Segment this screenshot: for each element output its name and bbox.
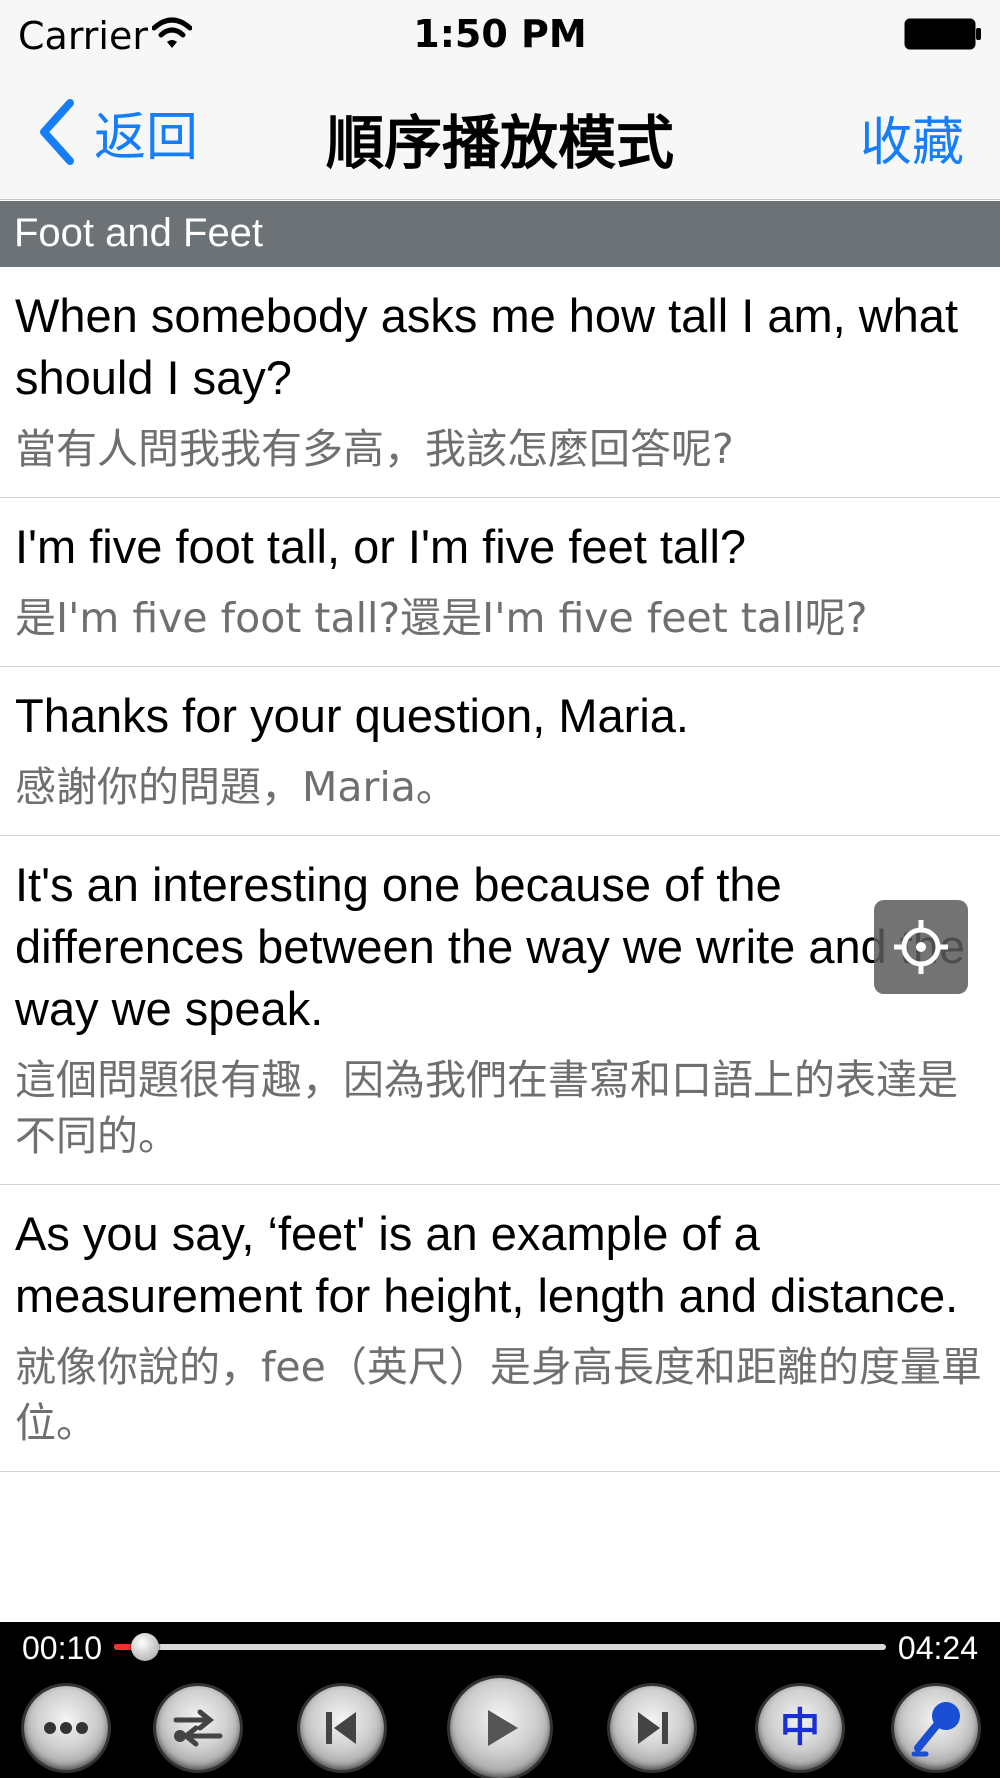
battery-icon <box>904 18 981 50</box>
sentence-english: Thanks for your question, Maria. <box>15 689 689 742</box>
sentence-row[interactable]: Thanks for your question, Maria. 感謝你的問題，… <box>0 667 1000 836</box>
locate-current-button[interactable] <box>874 900 968 994</box>
next-button[interactable] <box>610 1686 694 1770</box>
sentence-row[interactable]: It's an interesting one because of the d… <box>0 836 1000 1185</box>
play-icon <box>488 1710 518 1746</box>
record-button[interactable] <box>894 1686 978 1770</box>
sentence-english: When somebody asks me how tall I am, wha… <box>15 289 959 404</box>
chinese-toggle-button[interactable]: 中 <box>758 1686 842 1770</box>
favorite-button[interactable]: 收藏 <box>860 100 964 175</box>
sentence-chinese: 就像你說的，fee（英尺）是身高長度和距離的度量單位。 <box>15 1343 982 1447</box>
navigation-bar: 返回 順序播放模式 收藏 <box>0 66 1000 200</box>
more-button[interactable] <box>24 1686 108 1770</box>
sentence-row[interactable]: When somebody asks me how tall I am, wha… <box>0 267 1000 498</box>
current-time: 00:10 <box>22 1630 103 1666</box>
sentence-row[interactable]: I'm five foot tall, or I'm five feet tal… <box>0 498 1000 667</box>
microphone-icon <box>911 1702 960 1757</box>
total-time: 04:24 <box>897 1630 978 1666</box>
sentence-english: It's an interesting one because of the d… <box>15 858 966 1035</box>
sentence-list[interactable]: When somebody asks me how tall I am, wha… <box>0 267 1000 1622</box>
sentence-chinese: 感謝你的問題，Maria。 <box>15 763 457 811</box>
ellipsis-icon <box>44 1722 88 1734</box>
sentence-row[interactable]: As you say, ‘feet' is an example of a me… <box>0 1185 1000 1472</box>
skip-next-icon <box>638 1712 668 1744</box>
play-button[interactable] <box>450 1678 550 1778</box>
sentence-chinese: 這個問題很有趣，因為我們在書寫和口語上的表達是不同的。 <box>15 1056 958 1160</box>
player-controls: 中 <box>0 1678 1000 1778</box>
section-title: Foot and Feet <box>14 211 264 255</box>
status-bar: Carrier 1:50 PM <box>0 0 1000 66</box>
previous-button[interactable] <box>300 1686 384 1770</box>
repeat-mode-button[interactable] <box>156 1686 240 1770</box>
page-title: 順序播放模式 <box>325 109 674 177</box>
sentence-chinese: 是I'm five foot tall?還是I'm five feet tall… <box>15 594 868 642</box>
sentence-english: As you say, ‘feet' is an example of a me… <box>15 1207 959 1322</box>
audio-player-bar: 00:10 04:24 中 <box>0 1622 1000 1778</box>
crosshair-icon <box>894 920 948 974</box>
skip-previous-icon <box>326 1712 356 1744</box>
repeat-shuffle-icon <box>173 1709 223 1747</box>
section-header: Foot and Feet <box>0 201 1000 267</box>
sentence-chinese: 當有人問我我有多高，我該怎麼回答呢? <box>15 425 734 473</box>
chinese-toggle-label: 中 <box>780 1705 820 1751</box>
sentence-english: I'm five foot tall, or I'm five feet tal… <box>15 520 747 573</box>
progress-thumb[interactable] <box>130 1633 159 1661</box>
status-clock: 1:50 PM <box>413 12 587 56</box>
progress-slider[interactable] <box>114 1633 886 1661</box>
